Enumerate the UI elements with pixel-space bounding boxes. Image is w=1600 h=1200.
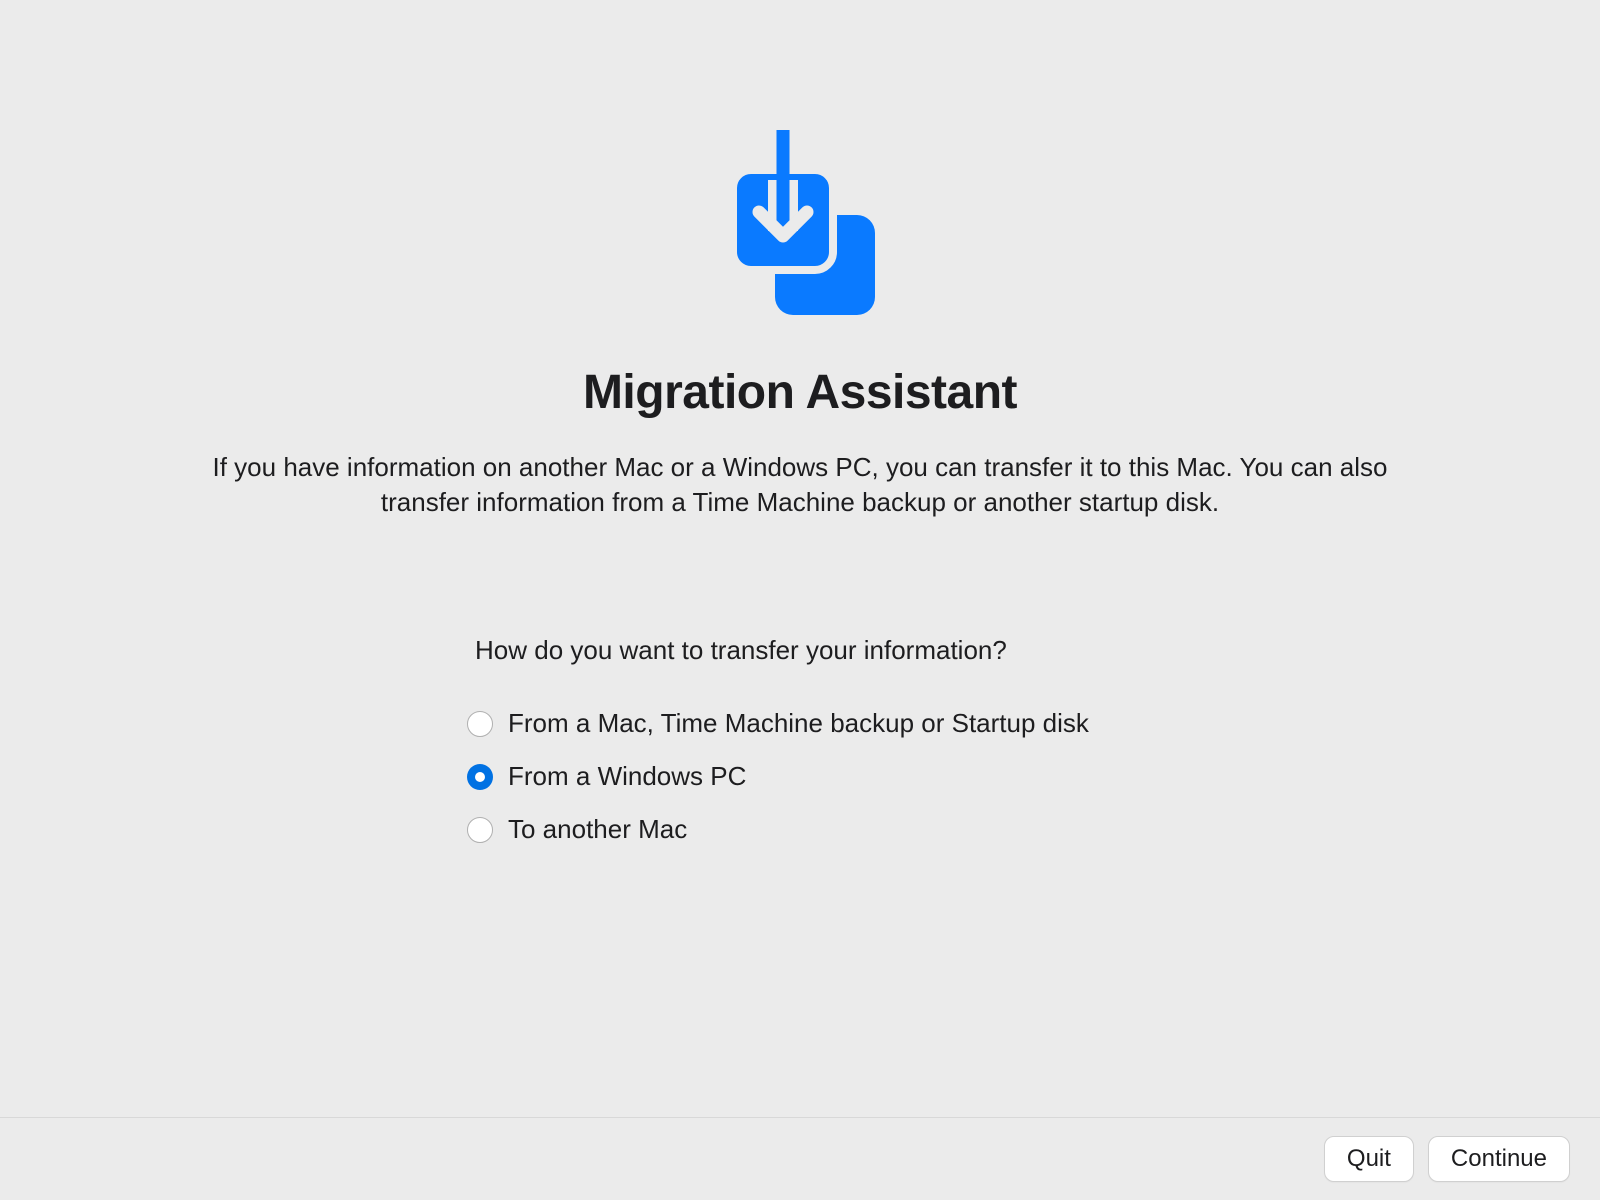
radio-button-to-mac[interactable] bbox=[467, 817, 493, 843]
radio-button-from-windows[interactable] bbox=[467, 764, 493, 790]
transfer-options-group: From a Mac, Time Machine backup or Start… bbox=[467, 708, 1089, 845]
continue-button[interactable]: Continue bbox=[1428, 1136, 1570, 1182]
option-from-mac[interactable]: From a Mac, Time Machine backup or Start… bbox=[467, 708, 1089, 739]
option-label: From a Windows PC bbox=[508, 761, 746, 792]
main-content: Migration Assistant If you have informat… bbox=[0, 0, 1600, 1117]
option-label: To another Mac bbox=[508, 814, 687, 845]
transfer-question: How do you want to transfer your informa… bbox=[475, 635, 1007, 666]
page-title: Migration Assistant bbox=[583, 365, 1017, 420]
migration-assistant-window: Migration Assistant If you have informat… bbox=[0, 0, 1600, 1200]
footer-bar: Quit Continue bbox=[0, 1117, 1600, 1200]
radio-button-from-mac[interactable] bbox=[467, 711, 493, 737]
option-label: From a Mac, Time Machine backup or Start… bbox=[508, 708, 1089, 739]
migration-icon bbox=[715, 130, 885, 325]
option-to-mac[interactable]: To another Mac bbox=[467, 814, 1089, 845]
page-description: If you have information on another Mac o… bbox=[170, 450, 1430, 520]
quit-button[interactable]: Quit bbox=[1324, 1136, 1414, 1182]
option-from-windows[interactable]: From a Windows PC bbox=[467, 761, 1089, 792]
